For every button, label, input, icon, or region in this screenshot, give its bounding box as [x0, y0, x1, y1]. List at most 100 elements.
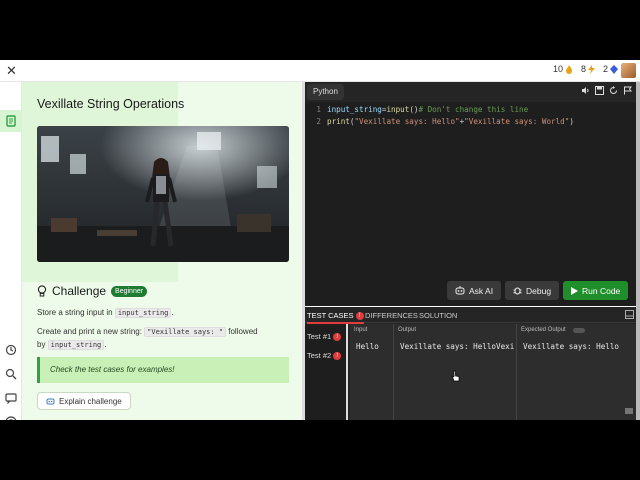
code-token: input — [386, 105, 410, 114]
play-icon — [571, 286, 578, 295]
code-token: ) — [569, 117, 574, 126]
action-bar: Ask AI Debug Run Code — [305, 278, 636, 306]
ask-ai-label: Ask AI — [469, 285, 494, 296]
test-item-1[interactable]: Test #1! — [307, 332, 342, 342]
expected-value: Vexillate says: Hello — [523, 342, 620, 351]
close-icon[interactable]: ✕ — [6, 63, 17, 79]
tab-test-cases[interactable]: TEST CASES! — [307, 311, 364, 325]
run-label: Run Code — [582, 285, 621, 296]
page-scrollbar[interactable] — [636, 82, 640, 420]
instruction-line-3: by input_string. — [37, 338, 106, 352]
help-icon[interactable]: ? — [5, 416, 17, 420]
explain-challenge-button[interactable]: Explain challenge — [37, 392, 131, 410]
flag-icon[interactable] — [623, 86, 632, 97]
top-bar: ✕ 10 8 2 — [0, 60, 640, 82]
input-column: Input Hello — [350, 324, 394, 420]
editor-tab-bar: Python — [305, 82, 636, 102]
instruction-text: . — [104, 340, 107, 349]
explain-label: Explain challenge — [59, 396, 122, 406]
reset-icon[interactable] — [609, 86, 618, 97]
comment-icon[interactable] — [5, 392, 17, 404]
code-token: () — [409, 105, 419, 114]
ask-ai-button[interactable]: Ask AI — [447, 281, 502, 300]
robot-icon — [455, 286, 465, 295]
error-badge: ! — [333, 352, 342, 361]
inline-code: input_string — [114, 308, 172, 318]
gem-stat: 2 — [603, 64, 618, 74]
robot-icon — [46, 398, 55, 405]
code-comment: # Don't change this line — [418, 105, 529, 114]
results-tabs: TEST CASES! DIFFERENCES SOLUTION — [305, 307, 636, 325]
column-header: Expected Output — [521, 327, 566, 333]
line-number: 1 — [316, 105, 321, 114]
svg-text:?: ? — [9, 418, 14, 420]
output-value: Vexillate says: HelloVexi — [400, 342, 515, 351]
history-icon[interactable] — [5, 344, 17, 356]
instruction-line-1: Store a string input in input_string. — [37, 306, 174, 320]
editor-toolbar — [581, 86, 632, 97]
run-code-button[interactable]: Run Code — [563, 281, 629, 300]
tab-solution[interactable]: SOLUTION — [419, 311, 457, 320]
input-value: Hello — [356, 342, 379, 351]
tab-label: TEST CASES — [307, 311, 354, 320]
code-editor[interactable]: Python 1 input_string = input() # Don't … — [305, 82, 636, 306]
hero-image — [37, 126, 289, 262]
test-label: Test #1 — [307, 332, 332, 341]
panel-toggle-icon[interactable] — [625, 310, 634, 319]
warehouse-illustration — [37, 126, 289, 262]
test-item-2[interactable]: Test #2! — [307, 351, 342, 361]
instruction-text: Create and print a new string: — [37, 327, 145, 336]
instruction-text: by — [37, 340, 48, 349]
error-badge: ! — [355, 312, 364, 321]
inline-code: "Vexillate says: " — [144, 327, 227, 337]
gem-icon — [610, 64, 618, 74]
code-lines[interactable]: 1 input_string = input() # Don't change … — [305, 104, 636, 128]
energy-value: 8 — [580, 64, 586, 74]
column-header: Output — [398, 327, 417, 333]
energy-stat: 8 — [581, 64, 595, 74]
save-icon[interactable] — [595, 86, 604, 97]
bug-icon — [513, 287, 522, 295]
debug-label: Debug — [526, 285, 552, 296]
avatar[interactable] — [621, 63, 636, 78]
line-number: 2 — [316, 117, 321, 126]
instruction-text: Store a string input in — [37, 308, 115, 317]
stats-bar: 10 8 2 — [553, 64, 618, 74]
hand-cursor-icon — [452, 370, 460, 382]
lightbulb-icon — [37, 285, 47, 297]
toggle-switch[interactable] — [573, 328, 585, 333]
problem-panel: Vexillate String Operations Challenge Be… — [22, 82, 302, 420]
fire-icon — [565, 64, 572, 74]
difficulty-badge: Beginner — [111, 285, 148, 297]
debug-button[interactable]: Debug — [505, 281, 560, 300]
tab-differences[interactable]: DIFFERENCES — [365, 311, 418, 320]
code-line[interactable]: 1 input_string = input() # Don't change … — [305, 104, 636, 116]
instruction-text: followed — [226, 327, 258, 336]
test-list: Test #1! Test #2! — [305, 324, 348, 420]
speaker-icon[interactable] — [581, 86, 590, 97]
tip-callout: Check the test cases for examples! — [37, 357, 289, 383]
challenge-title: Challenge — [52, 284, 107, 298]
document-icon[interactable] — [5, 115, 17, 127]
code-string: "Vexillate says: World" — [464, 117, 570, 126]
menu-icon[interactable] — [625, 408, 633, 414]
expected-column: Expected Output Vexillate says: Hello — [517, 324, 636, 420]
code-token: print — [327, 117, 350, 126]
page-title: Vexillate String Operations — [37, 97, 185, 111]
code-token: input_string — [327, 105, 382, 114]
bolt-icon — [587, 64, 595, 74]
code-line[interactable]: 2 print("Vexillate says: Hello" + "Vexil… — [305, 116, 636, 128]
streak-value: 10 — [552, 64, 563, 74]
column-header: Input — [354, 327, 368, 333]
results-panel: TEST CASES! DIFFERENCES SOLUTION Test #1… — [305, 307, 636, 420]
instruction-line-2: Create and print a new string: "Vexillat… — [37, 325, 258, 339]
error-badge: ! — [333, 333, 342, 342]
zoom-icon[interactable] — [5, 368, 17, 380]
gem-value: 2 — [602, 64, 608, 74]
streak-stat: 10 — [553, 64, 573, 74]
tab-python[interactable]: Python — [307, 84, 344, 100]
inline-code: input_string — [47, 340, 105, 350]
instruction-text: . — [171, 308, 174, 317]
app-window: ✕ 10 8 2 ? Vexillate String Operations C… — [0, 60, 640, 420]
challenge-header: Challenge Beginner — [37, 284, 148, 298]
